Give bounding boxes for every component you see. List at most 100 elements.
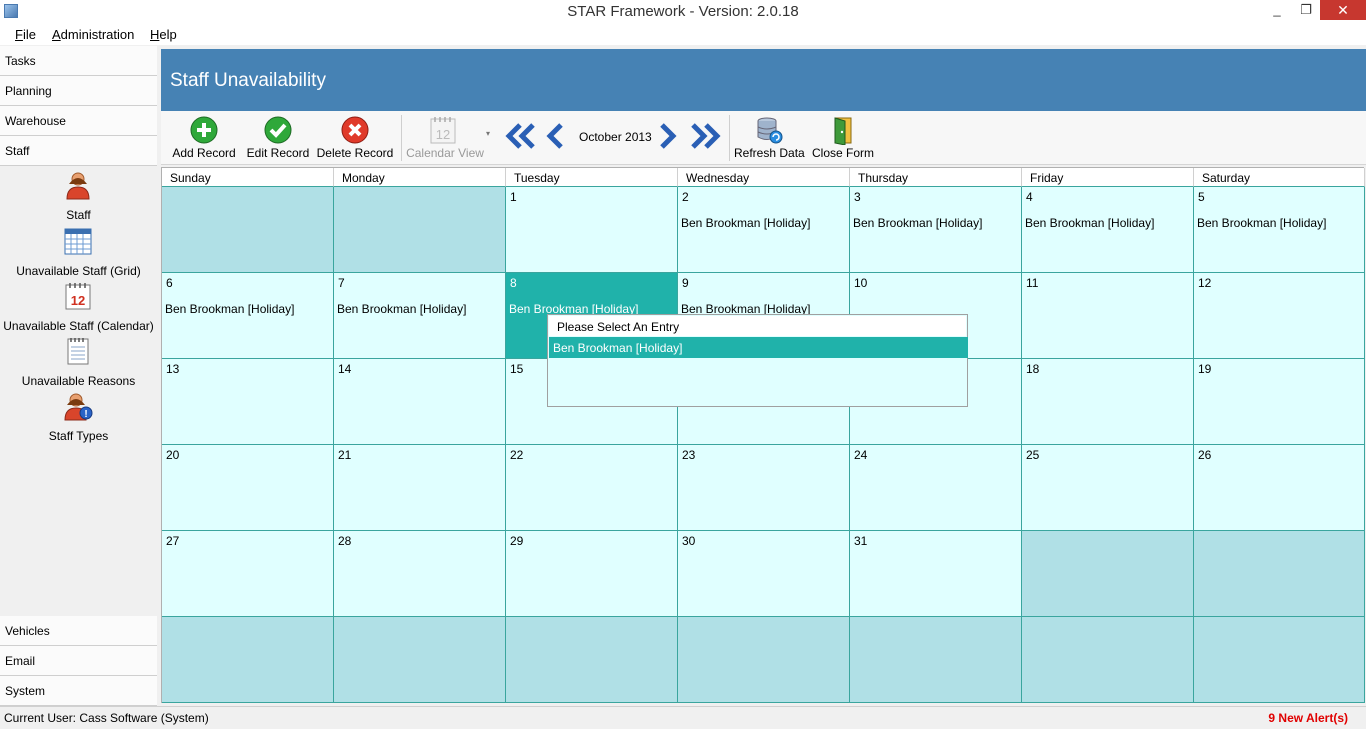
nav-link-unavailable-reasons[interactable]: Unavailable Reasons [0,334,157,388]
nav-warehouse[interactable]: Warehouse [0,106,157,136]
page-title: Staff Unavailability [170,70,326,91]
entry-selector-popup: Please Select An Entry Ben Brookman [Hol… [547,314,968,407]
calendar-12-icon: 12 [430,117,456,144]
close-form-label: Close Form [811,146,874,160]
calendar-day-cell[interactable]: 25 [1022,445,1194,531]
calendar-entry[interactable]: Ben Brookman [Holiday] [337,302,466,316]
nav-email[interactable]: Email [0,646,157,676]
add-record-button[interactable]: Add Record [169,111,239,163]
previous-month-icon[interactable] [543,121,567,151]
calendar-day-cell[interactable]: 30 [678,531,850,617]
day-number: 19 [1198,362,1212,376]
calendar-empty-cell [850,617,1022,703]
day-header: Tuesday [506,168,678,187]
day-number: 12 [1198,276,1212,290]
menu-file[interactable]: File [15,27,36,42]
day-number: 8 [510,276,517,290]
close-form-button[interactable]: Close Form [809,111,877,163]
current-month-label: October 2013 [579,130,652,144]
day-number: 18 [1026,362,1040,376]
calendar-empty-cell [1022,531,1194,617]
calendar-day-cell[interactable]: 1 [506,187,678,273]
calendar-day-cell[interactable]: 26 [1194,445,1365,531]
calendar-day-cell[interactable]: 7 Ben Brookman [Holiday] [334,273,506,359]
nav-link-staff[interactable]: Staff [0,168,157,222]
close-button[interactable]: ✕ [1320,0,1366,20]
refresh-data-button[interactable]: Refresh Data [734,111,805,163]
nav-tasks[interactable]: Tasks [0,46,157,76]
calendar-entry[interactable]: Ben Brookman [Holiday] [165,302,294,316]
person-icon [66,172,90,200]
nav-system[interactable]: System [0,676,157,706]
calendar-day-cell[interactable]: 13 [162,359,334,445]
calendar-day-cell[interactable]: 20 [162,445,334,531]
title-bar: STAR Framework - Version: 2.0.18 _ ❐ ✕ [0,0,1366,24]
calendar-day-cell[interactable]: 12 [1194,273,1365,359]
nav-staff[interactable]: Staff [0,136,157,166]
edit-record-button[interactable]: Edit Record [243,111,313,163]
calendar-entry[interactable]: Ben Brookman [Holiday] [1025,216,1154,230]
calendar-day-cell[interactable]: 29 [506,531,678,617]
delete-record-button[interactable]: Delete Record [316,111,394,163]
calendar-day-cell[interactable]: 2 Ben Brookman [Holiday] [678,187,850,273]
menu-administration[interactable]: Administration [52,27,134,42]
calendar-entry[interactable]: Ben Brookman [Holiday] [853,216,982,230]
calendar-day-cell[interactable]: 19 [1194,359,1365,445]
calendar-day-cell[interactable]: 5 Ben Brookman [Holiday] [1194,187,1365,273]
calendar-day-cell[interactable]: 31 [850,531,1022,617]
alerts-link[interactable]: 9 New Alert(s) [1268,711,1348,725]
day-number: 6 [166,276,173,290]
calendar-day-cell[interactable]: 22 [506,445,678,531]
calendar-day-cell[interactable]: 28 [334,531,506,617]
nav-link-label: Unavailable Staff (Calendar) [3,319,154,333]
day-header: Friday [1022,168,1194,187]
calendar-day-cell[interactable]: 27 [162,531,334,617]
calendar-day-cell[interactable]: 3 Ben Brookman [Holiday] [850,187,1022,273]
calendar-day-cell[interactable]: 14 [334,359,506,445]
calendar-empty-cell [162,617,334,703]
calendar-day-cell[interactable]: 21 [334,445,506,531]
database-refresh-icon [757,117,783,144]
check-icon [264,116,292,144]
calendar-empty-cell [1194,531,1365,617]
svg-text:12: 12 [71,293,85,308]
calendar-day-cell[interactable]: 23 [678,445,850,531]
calendar-day-cell[interactable]: 6 Ben Brookman [Holiday] [162,273,334,359]
maximize-button[interactable]: ❐ [1292,0,1320,20]
current-user-label: Current User: Cass Software (System) [4,711,209,725]
minimize-button[interactable]: _ [1262,0,1292,20]
day-number: 31 [854,534,868,548]
day-header: Monday [334,168,506,187]
nav-link-unavailable-grid[interactable]: Unavailable Staff (Grid) [0,224,157,278]
window-title: STAR Framework - Version: 2.0.18 [567,3,799,20]
nav-planning[interactable]: Planning [0,76,157,106]
dropdown-arrow-icon[interactable]: ▾ [486,129,490,138]
calendar-day-cell[interactable]: 11 [1022,273,1194,359]
day-number: 30 [682,534,696,548]
day-number: 2 [682,190,689,204]
day-number: 23 [682,448,696,462]
calendar-view-button[interactable]: 12 Calendar View ▾ [406,111,490,163]
menu-help[interactable]: Help [150,27,177,42]
day-number: 15 [510,362,524,376]
last-page-icon[interactable] [688,121,722,151]
calendar-empty-cell [334,187,506,273]
nav-link-unavailable-calendar[interactable]: 12 Unavailable Staff (Calendar) [0,279,157,333]
svg-text:!: ! [84,409,87,420]
day-number: 4 [1026,190,1033,204]
next-month-icon[interactable] [656,121,680,151]
staff-panel: Staff Unavailable Staff (Grid) 12 Unavai… [0,168,157,615]
nav-vehicles[interactable]: Vehicles [0,616,157,646]
calendar-day-cell[interactable]: 4 Ben Brookman [Holiday] [1022,187,1194,273]
popup-entry[interactable]: Ben Brookman [Holiday] [549,337,968,358]
calendar-day-cell[interactable]: 24 [850,445,1022,531]
person-info-icon: ! [64,393,93,421]
day-number: 28 [338,534,352,548]
first-page-icon[interactable] [504,121,538,151]
menu-bar: File Administration Help [0,24,1366,45]
nav-link-staff-types[interactable]: ! Staff Types [0,389,157,443]
calendar-entry[interactable]: Ben Brookman [Holiday] [681,216,810,230]
nav-link-label: Unavailable Staff (Grid) [16,264,141,278]
calendar-entry[interactable]: Ben Brookman [Holiday] [1197,216,1326,230]
calendar-day-cell[interactable]: 18 [1022,359,1194,445]
